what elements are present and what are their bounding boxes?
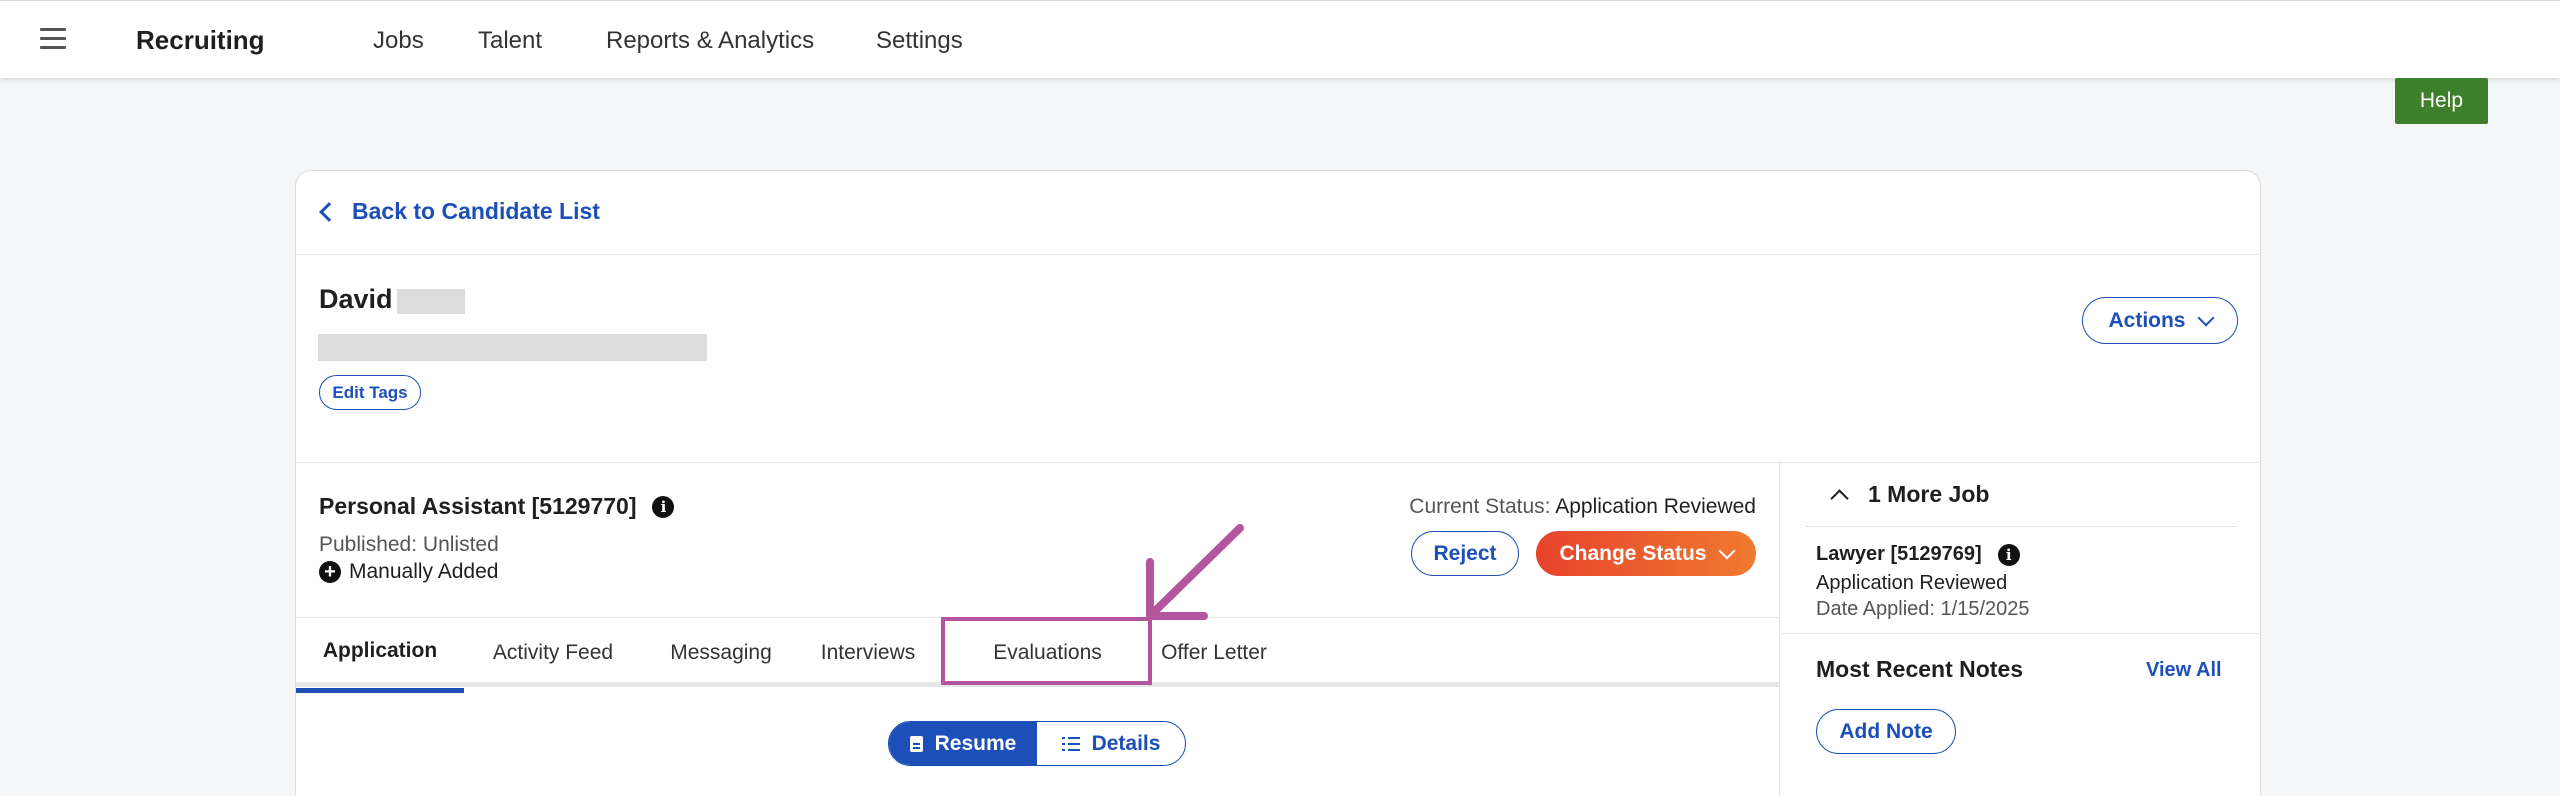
help-button[interactable]: Help (2395, 78, 2488, 124)
source-label: Manually Added (349, 560, 499, 583)
info-icon[interactable]: i (1997, 543, 2020, 566)
redacted-last-name (397, 289, 465, 314)
chevron-down-icon (2197, 309, 2214, 326)
back-to-candidate-list-link[interactable]: Back to Candidate List (319, 198, 600, 225)
job-title-text: Personal Assistant [5129770] (319, 493, 637, 519)
nav-reports-analytics[interactable]: Reports & Analytics (606, 27, 814, 55)
resume-toggle-button[interactable]: Resume (889, 722, 1037, 765)
view-all-notes-link[interactable]: View All (2146, 659, 2222, 682)
chevron-up-icon (1830, 489, 1849, 508)
chevron-left-icon (319, 201, 339, 222)
top-navigation-bar: Recruiting Jobs Talent Reports & Analyti… (0, 0, 2560, 78)
current-status: Current Status: Application Reviewed (1409, 495, 1756, 519)
actions-dropdown-button[interactable]: Actions (2082, 297, 2238, 344)
add-note-button[interactable]: Add Note (1816, 709, 1956, 754)
tab-activity-feed[interactable]: Activity Feed (464, 618, 642, 688)
notes-title: Most Recent Notes (1816, 656, 2024, 682)
document-icon (909, 735, 923, 752)
list-icon (1061, 736, 1080, 751)
candidate-header: David Edit Tags Actions (296, 255, 2260, 463)
job-title: Personal Assistant [5129770] i (319, 493, 675, 520)
hamburger-menu-icon[interactable] (40, 28, 66, 50)
edit-tags-button[interactable]: Edit Tags (319, 375, 421, 410)
current-status-label: Current Status: (1409, 495, 1551, 518)
tab-messaging[interactable]: Messaging (642, 618, 800, 688)
resume-label: Resume (934, 731, 1017, 755)
current-status-value: Application Reviewed (1555, 495, 1756, 518)
nav-talent[interactable]: Talent (478, 27, 542, 55)
details-toggle-button[interactable]: Details (1037, 722, 1185, 765)
redacted-details (318, 334, 707, 361)
back-row: Back to Candidate List (296, 171, 2260, 255)
tab-offer-letter[interactable]: Offer Letter (1153, 618, 1275, 688)
published-status: Published: Unlisted (319, 533, 499, 556)
more-jobs-toggle[interactable]: 1 More Job (1805, 463, 2237, 527)
app-title: Recruiting (136, 25, 265, 55)
other-job-title-text: Lawyer [5129769] (1816, 543, 1982, 565)
candidate-name: David (319, 284, 393, 314)
details-label: Details (1091, 731, 1161, 755)
side-panel: 1 More Job Lawyer [5129769] i Applicatio… (1781, 463, 2261, 796)
candidate-card: Back to Candidate List David Edit Tags A… (295, 170, 2261, 796)
change-status-label: Change Status (1559, 541, 1707, 565)
candidate-source: + Manually Added (319, 560, 498, 584)
other-job-title[interactable]: Lawyer [5129769] i (1816, 543, 2020, 566)
nav-settings[interactable]: Settings (876, 27, 963, 55)
actions-label: Actions (2108, 308, 2186, 332)
tab-application[interactable]: Application (296, 618, 464, 693)
annotation-arrow-icon (1146, 524, 1244, 620)
resume-details-toggle: Resume Details (888, 721, 1186, 766)
change-status-button[interactable]: Change Status (1536, 531, 1756, 576)
back-link-label: Back to Candidate List (352, 198, 600, 224)
plus-circle-icon: + (319, 561, 341, 583)
nav-jobs[interactable]: Jobs (373, 27, 424, 55)
more-jobs-label: 1 More Job (1868, 481, 1990, 507)
info-icon[interactable]: i (652, 495, 675, 518)
other-job-status: Application Reviewed (1816, 572, 2008, 594)
divider (1781, 633, 2261, 634)
evaluations-highlight-box (941, 617, 1152, 685)
other-job-date: Date Applied: 1/15/2025 (1816, 598, 2030, 620)
reject-button[interactable]: Reject (1411, 531, 1519, 576)
chevron-down-icon (1718, 542, 1736, 559)
tab-interviews[interactable]: Interviews (800, 618, 936, 688)
